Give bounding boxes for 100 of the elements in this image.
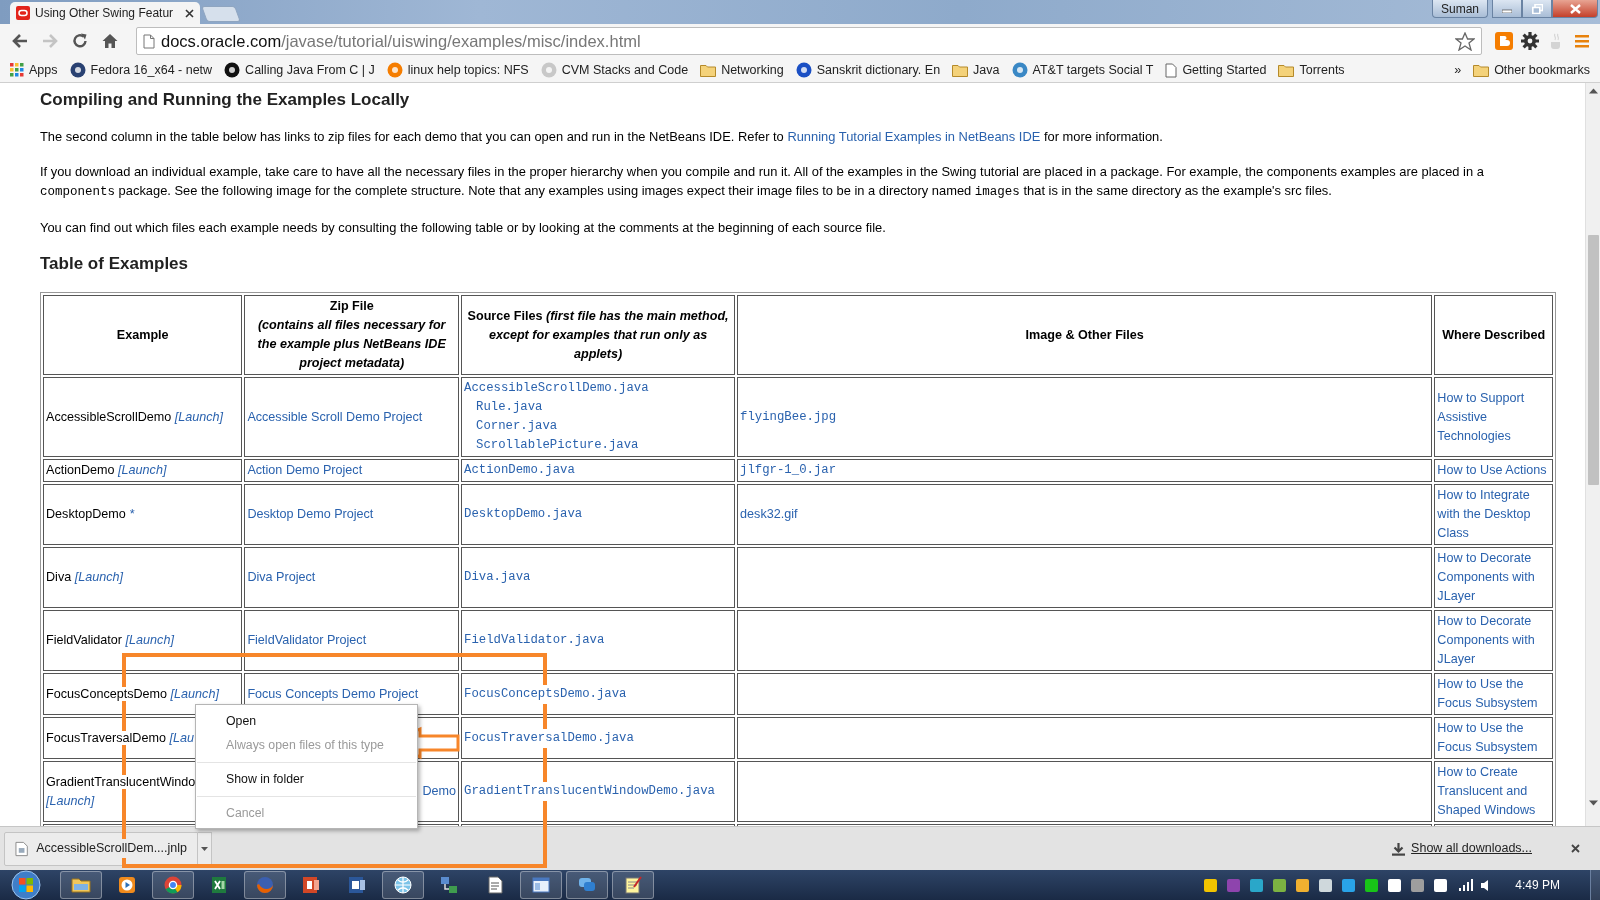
example-name: DesktopDemo [46, 507, 126, 521]
overflow-button[interactable]: » [1448, 60, 1468, 80]
project-link[interactable]: Demo [422, 784, 457, 798]
network-icon [439, 875, 459, 895]
settings-icon[interactable] [1520, 31, 1540, 51]
page-icon [1165, 62, 1178, 78]
taskbar-button[interactable] [382, 871, 424, 899]
source-link[interactable]: FocusConceptsDemo.java [464, 684, 627, 704]
spreadsheet-icon [209, 875, 229, 895]
close-button[interactable] [1552, 0, 1598, 18]
project-link[interactable]: FieldValidator Project [247, 633, 367, 647]
show-all-downloads-link[interactable]: Show all downloads... [1386, 838, 1538, 859]
file-link[interactable]: jlfgr-1_0.jar [740, 461, 837, 480]
show-desktop-button[interactable] [1590, 870, 1600, 900]
paragraph: The second column in the table below has links to zip files for each demo that you can open and run in the NetBeans IDE. Refer to Running Tutorial Examples in NetBeans IDE for more information. [40, 128, 1164, 146]
site-icon [1011, 62, 1028, 78]
minimize-button[interactable] [1492, 0, 1522, 18]
link[interactable]: Running Tutorial Examples in NetBeans IDE [787, 129, 1041, 144]
launch-link[interactable]: [Launch] [118, 463, 167, 477]
column-header: Example [43, 295, 243, 375]
menu-item[interactable]: Open [197, 709, 416, 733]
project-link[interactable]: Action Demo Project [247, 463, 363, 477]
menu-icon[interactable] [1572, 32, 1592, 50]
close-icon [1569, 3, 1581, 14]
launch-link[interactable]: [Lau [169, 730, 194, 745]
play-icon [117, 875, 137, 895]
page-icon [143, 33, 155, 49]
extension-icon[interactable] [1494, 31, 1514, 51]
section-heading: Table of Examples [40, 253, 189, 275]
file-icon [15, 840, 29, 857]
bookmark[interactable]: Sanskrit dictionary. En [789, 60, 947, 80]
bookmark[interactable]: Other bookmarks [1467, 60, 1596, 80]
caret-icon [201, 846, 208, 851]
column-header: Where Described [1434, 295, 1553, 375]
address-bar[interactable]: docs.oracle.com/javase/tutorial/uiswing/examples/misc/index.html [136, 27, 1482, 55]
project-link[interactable]: Focus Concepts Demo Project [247, 686, 419, 701]
example-name: FocusTraversalDemo [46, 730, 166, 745]
bookmark[interactable]: CVM Stacks and Code [534, 60, 695, 80]
folder-icon [700, 63, 717, 77]
example-name: GradientTranslucentWindo [46, 774, 196, 789]
launch-link[interactable]: [Launch] [74, 570, 124, 584]
launch-link[interactable]: [Launch] [174, 409, 224, 424]
globe-icon [393, 875, 413, 895]
download-icon [1392, 841, 1406, 856]
download-item[interactable]: AccessibleScrollDem....jnlp [4, 831, 198, 866]
notepad-icon [623, 875, 643, 895]
scroll-down-icon[interactable] [1588, 800, 1598, 806]
bookmark[interactable]: AT&T targets Social T [1005, 60, 1160, 80]
file-link[interactable]: flyingBee.jpg [740, 407, 837, 427]
menu-item[interactable]: Show in folder [197, 767, 416, 791]
bookmark[interactable]: Networking [694, 60, 790, 80]
scroll-up-icon[interactable] [1588, 88, 1598, 94]
site-icon [69, 62, 86, 78]
folder-icon [952, 63, 969, 77]
restore-icon [1531, 3, 1543, 14]
restore-button[interactable] [1522, 0, 1552, 18]
project-link[interactable]: Diva Project [247, 570, 316, 584]
bookmark[interactable]: Apps [4, 60, 64, 80]
close-icon[interactable] [185, 8, 194, 18]
bookmark-star-icon[interactable] [1455, 31, 1475, 51]
home-icon [101, 32, 119, 50]
paragraph: If you download an individual example, take care to have all the necessary files in the proper hierarchy when you compile and run it. All of the examples in the Swing tutorial are placed in a package. For example, the components examples are placed in a components package. See the following image for the complete structure. Note that any examples using images expect their image files to be in a directory named images that is in the same directory as the example's src files. [40, 163, 1485, 201]
profile-button[interactable]: Suman [1431, 0, 1488, 18]
bookmark[interactable]: Torrents [1272, 60, 1351, 80]
browser-tab[interactable]: Using Other Swing Featur [10, 2, 200, 24]
dropdown-button[interactable] [198, 831, 212, 866]
scrollbar[interactable] [1585, 83, 1600, 826]
bookmark[interactable]: Getting Started [1159, 60, 1273, 80]
site-icon [540, 62, 557, 78]
site-icon [16, 6, 30, 20]
launch-link[interactable]: [Launch] [170, 686, 219, 701]
folder-icon [1278, 63, 1295, 77]
column-header: Source Files (first file has the main method, except for examples that run only as applets) [461, 295, 736, 375]
bookmark[interactable]: linux help topics: NFS [380, 60, 535, 80]
taskbar-button[interactable] [520, 871, 562, 899]
globe-icon [255, 875, 275, 895]
slides-icon [301, 875, 321, 895]
clock[interactable]: 4:49 PM [1515, 876, 1560, 894]
project-link[interactable]: Desktop Demo Project [247, 507, 374, 521]
bookmark[interactable]: Java [946, 60, 1006, 80]
scrollbar-thumb[interactable] [1587, 235, 1599, 485]
bookmark[interactable]: Fedora 16_x64 - netw [63, 60, 219, 80]
taskbar-button[interactable] [612, 871, 654, 899]
taskbar-button[interactable] [60, 871, 102, 899]
folder-icon [71, 875, 91, 895]
site-icon [224, 62, 241, 78]
bookmark[interactable]: Calling Java From C | J [218, 60, 381, 80]
example-name: Diva [46, 570, 72, 584]
source-link[interactable]: FocusTraversalDemo.java [464, 728, 634, 748]
column-header: Zip File (contains all files necessary for the example plus NetBeans IDE project metadata) [244, 295, 460, 375]
site-icon [795, 62, 812, 78]
project-link[interactable]: Accessible Scroll Demo Project [247, 409, 423, 424]
site-icon [386, 62, 403, 78]
close-icon [1570, 844, 1580, 853]
launch-link[interactable]: [Launch] [125, 633, 174, 647]
paragraph: You can find out which files each example needs by consulting the following table or by looking at the comments at the beginning of each source file. [40, 219, 887, 237]
section-heading: Compiling and Running the Examples Locally [40, 89, 411, 111]
launch-link[interactable]: [Launch] [46, 793, 95, 808]
source-link[interactable]: GradientTranslucentWindowDemo.java [464, 782, 715, 801]
browser-icon [163, 875, 183, 895]
